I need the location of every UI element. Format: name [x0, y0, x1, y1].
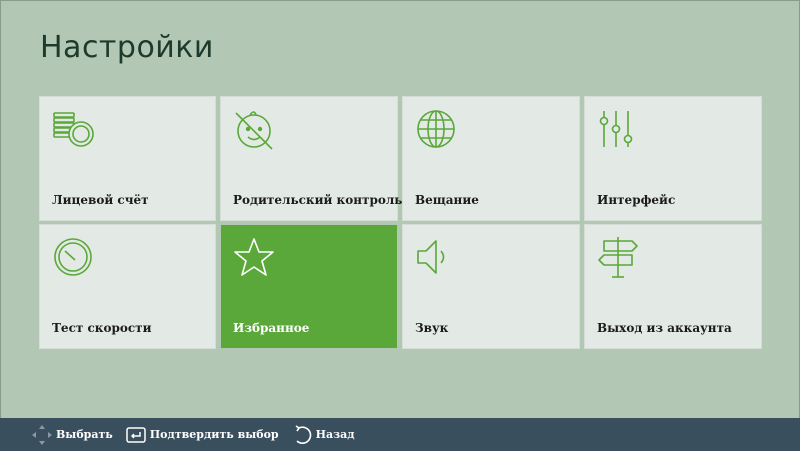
star-icon	[232, 235, 276, 279]
tile-broadcast[interactable]: Вещание	[403, 97, 579, 220]
back-arrow-icon	[291, 424, 313, 446]
tile-favorites[interactable]: Избранное	[221, 225, 397, 348]
hint-label: Выбрать	[56, 428, 113, 441]
tile-speed-test[interactable]: Тест скорости	[40, 225, 215, 348]
tile-parental-control[interactable]: Родительский контроль	[221, 97, 402, 220]
hint-confirm: Подтвердить выбор	[125, 424, 279, 446]
coins-icon	[51, 107, 95, 151]
tile-label: Родительский контроль	[233, 193, 403, 207]
tile-logout[interactable]: Выход из аккаунта	[585, 225, 761, 348]
hint-back: Назад	[291, 424, 355, 446]
settings-grid: Лицевой счёт Родительский контроль Вещан…	[40, 97, 761, 348]
enter-key-icon	[125, 424, 147, 446]
tile-label: Избранное	[233, 321, 310, 335]
tile-label: Лицевой счёт	[52, 193, 149, 207]
speaker-icon	[414, 235, 458, 279]
sliders-icon	[596, 107, 640, 151]
tile-label: Звук	[415, 321, 449, 335]
hint-label: Назад	[315, 428, 355, 441]
child-face-crossed-icon	[232, 107, 276, 151]
globe-icon	[414, 107, 458, 151]
tile-interface[interactable]: Интерфейс	[585, 97, 761, 220]
hint-select: Выбрать	[31, 424, 113, 446]
tile-account[interactable]: Лицевой счёт	[40, 97, 215, 220]
tile-label: Выход из аккаунта	[597, 321, 732, 335]
tile-label: Вещание	[415, 193, 479, 207]
tile-label: Тест скорости	[52, 321, 152, 335]
signpost-icon	[596, 235, 640, 279]
speedometer-icon	[51, 235, 95, 279]
bottom-hint-bar: Выбрать Подтвердить выбор Назад	[0, 418, 800, 451]
dpad-arrows-icon	[31, 424, 53, 446]
page-title: Настройки	[40, 30, 214, 65]
hint-label: Подтвердить выбор	[149, 428, 279, 441]
tile-label: Интерфейс	[597, 193, 676, 207]
tile-sound[interactable]: Звук	[403, 225, 579, 348]
